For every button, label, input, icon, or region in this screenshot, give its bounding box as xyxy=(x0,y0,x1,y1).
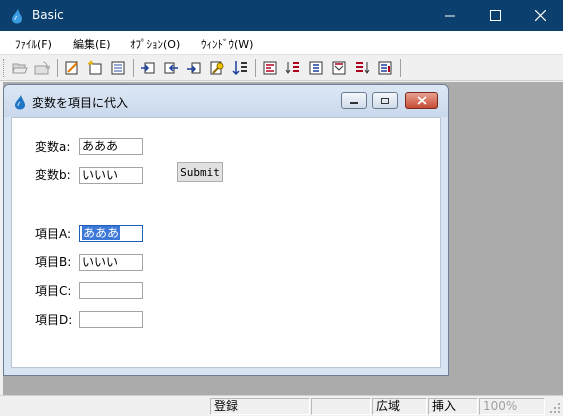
label-item-d: 項目D: xyxy=(35,313,73,327)
child-close-button[interactable] xyxy=(405,92,438,109)
new-doc-button[interactable] xyxy=(85,58,105,78)
insert-after-button[interactable] xyxy=(184,58,204,78)
item-b-input[interactable]: いいい xyxy=(79,254,143,271)
var-a-input[interactable]: あああ xyxy=(79,138,143,155)
edit-page-icon xyxy=(65,61,78,75)
child-minimize-button[interactable] xyxy=(341,92,367,109)
label-var-b: 変数b: xyxy=(35,168,71,182)
insert-left-button[interactable] xyxy=(138,58,158,78)
submit-button[interactable]: Submit xyxy=(177,162,223,182)
align-icon xyxy=(263,61,277,75)
app-drop-icon xyxy=(12,9,22,24)
item-c-input[interactable] xyxy=(79,282,143,299)
toolbar-grip[interactable] xyxy=(3,59,6,77)
insert-before-icon xyxy=(164,62,178,74)
move-right-button[interactable] xyxy=(329,58,349,78)
insert-after-icon xyxy=(187,62,201,74)
label-item-a: 項目A: xyxy=(35,227,72,241)
sort-down-button[interactable] xyxy=(283,58,303,78)
menu-window[interactable]: ｳｨﾝﾄﾞｳ(W) xyxy=(201,36,253,52)
close-button[interactable] xyxy=(518,0,563,31)
resize-grip-icon[interactable] xyxy=(549,402,561,414)
child-titlebar[interactable]: 変数を項目に代入 xyxy=(4,85,448,117)
child-drop-icon xyxy=(15,95,25,110)
child-window: 変数を項目に代入 変数a: あああ 変数b: いいい Submit 項目A: あ… xyxy=(3,84,449,376)
form-area: 変数a: あああ 変数b: いいい Submit 項目A: あああ 項目B: い… xyxy=(11,117,441,368)
toolbar-separator xyxy=(400,59,401,77)
status-insert: 挿入 xyxy=(428,398,478,415)
sort-button[interactable] xyxy=(230,58,250,78)
app-titlebar[interactable]: Basic xyxy=(0,0,563,31)
label-item-b: 項目B: xyxy=(35,255,72,269)
status-wide: 広域 xyxy=(372,398,427,415)
label-var-a: 変数a: xyxy=(35,140,71,154)
menu-file[interactable]: ﾌｧｲﾙ(F) xyxy=(15,36,52,52)
toolbar xyxy=(0,55,563,81)
menu-edit[interactable]: 編集(E) xyxy=(73,36,111,52)
menu-bar: ﾌｧｲﾙ(F) 編集(E) ｵﾌﾟｼｮﾝ(O) ｳｨﾝﾄﾞｳ(W) xyxy=(0,31,563,55)
minimize-button[interactable] xyxy=(428,0,473,31)
sort-list-button[interactable] xyxy=(352,58,372,78)
toolbar-separator xyxy=(133,59,134,77)
key-icon xyxy=(210,61,224,75)
sort-down-icon xyxy=(285,62,299,74)
back-folder-icon xyxy=(34,61,50,75)
item-a-input[interactable]: あああ xyxy=(79,225,143,242)
move-right-icon xyxy=(332,61,346,75)
toolbar-separator xyxy=(57,59,58,77)
edit-page-button[interactable] xyxy=(62,58,82,78)
close-icon xyxy=(535,10,546,21)
move-left-icon xyxy=(309,61,323,75)
status-zoom: 100% xyxy=(479,398,545,415)
move-left-button[interactable] xyxy=(306,58,326,78)
label-item-c: 項目C: xyxy=(35,284,72,298)
toolbar-separator xyxy=(255,59,256,77)
layout-button[interactable] xyxy=(375,58,395,78)
key-button[interactable] xyxy=(207,58,227,78)
sort-icon xyxy=(232,61,247,76)
back-folder-button[interactable] xyxy=(32,58,52,78)
item-a-selected-text: あああ xyxy=(82,226,121,240)
item-d-input[interactable] xyxy=(79,311,143,328)
new-doc-icon xyxy=(87,60,102,75)
align-button[interactable] xyxy=(260,58,280,78)
minimize-icon xyxy=(445,15,455,17)
sort-list-icon xyxy=(356,62,370,74)
status-empty-pane xyxy=(311,398,371,415)
open-folder-button[interactable] xyxy=(10,58,30,78)
open-folder-icon xyxy=(12,63,28,74)
list-page-button[interactable] xyxy=(108,58,128,78)
app-title: Basic xyxy=(32,8,64,22)
status-bar: 登録 広域 挿入 100% xyxy=(0,395,563,416)
status-mode: 登録 xyxy=(210,398,310,415)
restore-icon xyxy=(381,97,389,104)
child-title: 変数を項目に代入 xyxy=(32,96,129,110)
layout-icon xyxy=(378,61,392,75)
insert-left-icon xyxy=(141,62,155,74)
var-b-input[interactable]: いいい xyxy=(79,167,143,184)
minimize-icon xyxy=(350,101,358,104)
maximize-icon xyxy=(490,10,501,21)
child-maximize-button[interactable] xyxy=(372,92,398,109)
menu-options[interactable]: ｵﾌﾟｼｮﾝ(O) xyxy=(130,36,180,52)
close-icon xyxy=(416,96,427,105)
insert-before-button[interactable] xyxy=(161,58,181,78)
maximize-button[interactable] xyxy=(473,0,518,31)
list-page-icon xyxy=(111,61,125,75)
